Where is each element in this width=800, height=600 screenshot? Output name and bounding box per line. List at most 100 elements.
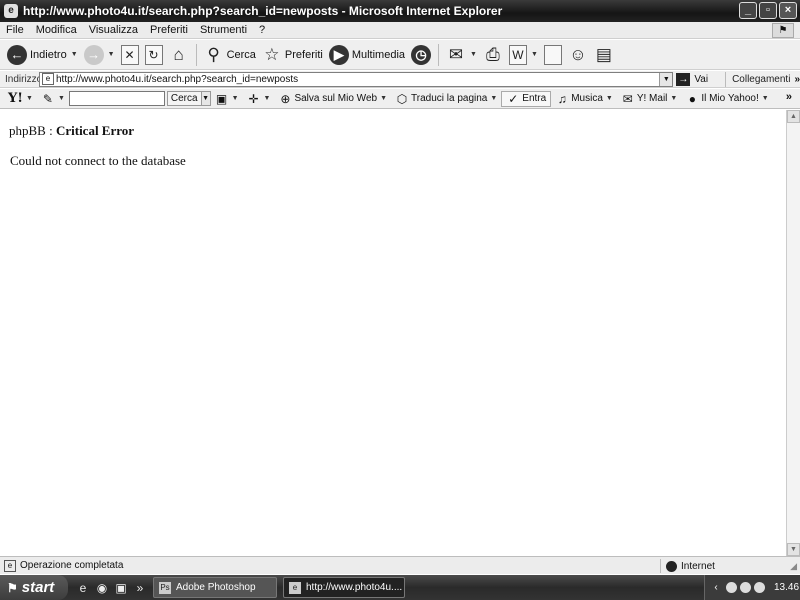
favorites-button[interactable]: ☆ Preferiti [259, 42, 326, 68]
yahoo-menu-button[interactable]: Y! ▼ [4, 91, 37, 106]
ie-logo-icon: e [4, 4, 18, 18]
scroll-up-icon[interactable]: ▲ [787, 110, 800, 123]
my-yahoo-dropdown-icon: ▼ [761, 95, 769, 102]
quicklaunch-chevron-icon[interactable]: » [133, 581, 147, 595]
home-icon: ⌂ [173, 44, 184, 64]
music-button[interactable]: ♫ Musica ▼ [551, 92, 617, 106]
highlight-button[interactable]: ✎ ▼ [37, 92, 69, 106]
tray-icon[interactable] [726, 582, 737, 593]
mail-icon: ✉ [448, 44, 464, 64]
status-text: Operazione completata [20, 560, 124, 571]
error-prefix: phpBB : [9, 123, 56, 138]
discuss-button[interactable] [541, 42, 565, 68]
status-bar: e Operazione completata Internet ◢ [0, 556, 800, 574]
menu-file[interactable]: File [0, 24, 30, 36]
favorites-label: Preferiti [284, 48, 323, 61]
resize-grip-icon[interactable]: ◢ [790, 561, 797, 572]
security-zone: Internet [660, 559, 715, 573]
discuss-icon [543, 44, 562, 65]
mail-dropdown-icon[interactable]: ▼ [470, 51, 477, 58]
edit-dropdown-icon[interactable]: ▼ [531, 51, 538, 58]
yahoo-mail-button[interactable]: ✉ Y! Mail ▼ [617, 92, 682, 106]
forward-arrow-icon: → [83, 44, 104, 65]
menu-edit[interactable]: Modifica [30, 24, 83, 36]
yahoo-search-dropdown-icon[interactable]: ▼ [200, 91, 211, 106]
yahoo-toolbar: Y! ▼ ✎ ▼ Cerca ▼ ▣ ▼ ✛ ▼ ⊕ Salva sul Mio… [0, 89, 800, 109]
menu-favorites[interactable]: Preferiti [144, 24, 194, 36]
back-button[interactable]: ← Indietro ▼ [4, 42, 81, 68]
system-tray: ‹ 13.46 [704, 575, 800, 600]
links-chevron-icon[interactable]: » [794, 74, 800, 85]
pointer-button[interactable]: ✛ ▼ [243, 92, 275, 106]
scroll-down-icon[interactable]: ▼ [787, 543, 800, 556]
sign-in-label: Entra [522, 92, 547, 104]
home-button[interactable]: ⌂ [166, 42, 192, 68]
go-arrow-icon: → [676, 72, 691, 86]
print-button[interactable]: ⎙ [480, 42, 506, 68]
vertical-scrollbar[interactable]: ▲ ▼ [786, 110, 800, 556]
save-to-my-web-label: Salva sul Mio Web [294, 93, 378, 104]
music-icon: ♫ [557, 91, 567, 106]
refresh-button[interactable]: ↻ [142, 42, 166, 68]
tray-icon[interactable] [740, 582, 751, 593]
translate-label: Traduci la pagina [411, 93, 488, 104]
media-icon: ▶ [328, 44, 349, 65]
address-dropdown-icon[interactable]: ▼ [659, 72, 673, 86]
stop-button[interactable]: ✕ [118, 42, 142, 68]
history-button[interactable]: ◷ [408, 42, 434, 68]
back-dropdown-icon[interactable]: ▼ [71, 51, 78, 58]
tray-icon[interactable] [754, 582, 765, 593]
yahoo-search-input[interactable] [68, 91, 165, 106]
research-button[interactable]: ▤ [591, 42, 617, 68]
layout-button[interactable]: ▣ ▼ [211, 92, 243, 106]
forward-button[interactable]: → ▼ [81, 42, 118, 68]
title-bar: e http://www.photo4u.it/search.php?searc… [0, 0, 800, 22]
task-internet-explorer[interactable]: e http://www.photo4u.... [283, 577, 405, 598]
yahoo-search-button[interactable]: Cerca [166, 91, 201, 106]
media-label: Multimedia [351, 48, 406, 61]
refresh-icon: ↻ [144, 44, 163, 65]
search-label: Cerca [226, 48, 256, 61]
envelope-icon: ✉ [622, 91, 633, 106]
clock[interactable]: 13.46 [774, 582, 799, 593]
my-yahoo-label: Il Mio Yahoo! [701, 93, 759, 104]
word-icon: W [508, 44, 527, 65]
save-to-my-web-button[interactable]: ⊕ Salva sul Mio Web ▼ [274, 92, 391, 106]
layout-dropdown-icon: ▼ [231, 95, 239, 102]
page-icon: e [42, 73, 54, 85]
media-button[interactable]: ▶ Multimedia [326, 42, 408, 68]
music-label: Musica [571, 93, 603, 104]
window-controls: _ ▫ × [739, 2, 797, 19]
translate-dropdown-icon: ▼ [490, 95, 498, 102]
window-title: http://www.photo4u.it/search.php?search_… [23, 4, 503, 18]
forward-dropdown-icon[interactable]: ▼ [108, 51, 115, 58]
desktop-quicklaunch-icon[interactable]: ▣ [114, 581, 128, 595]
maximize-button[interactable]: ▫ [759, 2, 777, 19]
links-button[interactable]: Collegamenti [725, 71, 790, 87]
sign-in-button[interactable]: ✓ Entra [501, 90, 552, 107]
ie-quicklaunch-icon[interactable]: e [76, 581, 90, 595]
address-url: http://www.photo4u.it/search.php?search_… [56, 73, 299, 85]
start-button[interactable]: ⚑ start [0, 575, 68, 600]
media-quicklaunch-icon[interactable]: ◉ [95, 581, 109, 595]
menu-view[interactable]: Visualizza [83, 24, 144, 36]
address-input[interactable]: e http://www.photo4u.it/search.php?searc… [39, 71, 674, 87]
go-button[interactable]: → Vai [676, 72, 708, 86]
minimize-button[interactable]: _ [739, 2, 757, 19]
search-button[interactable]: ⚲ Cerca [201, 42, 259, 68]
task-photoshop[interactable]: Ps Adobe Photoshop [153, 577, 277, 598]
pointer-dropdown-icon: ▼ [263, 95, 271, 102]
close-button[interactable]: × [779, 2, 797, 19]
address-bar: Indirizzo e http://www.photo4u.it/search… [0, 71, 800, 88]
mail-button[interactable]: ✉ ▼ [443, 42, 480, 68]
messenger-button[interactable]: ☺ [565, 42, 591, 68]
menu-help[interactable]: ? [253, 24, 271, 36]
translate-button[interactable]: ⬡ Traduci la pagina ▼ [391, 92, 501, 106]
search-icon: ⚲ [207, 44, 220, 64]
toolbar-chevron-icon[interactable]: » [786, 91, 792, 103]
tray-expand-icon[interactable]: ‹ [709, 582, 723, 593]
star-icon: ☆ [264, 44, 280, 64]
my-yahoo-button[interactable]: ● Il Mio Yahoo! ▼ [681, 92, 772, 106]
menu-tools[interactable]: Strumenti [194, 24, 253, 36]
edit-button[interactable]: W ▼ [506, 42, 541, 68]
